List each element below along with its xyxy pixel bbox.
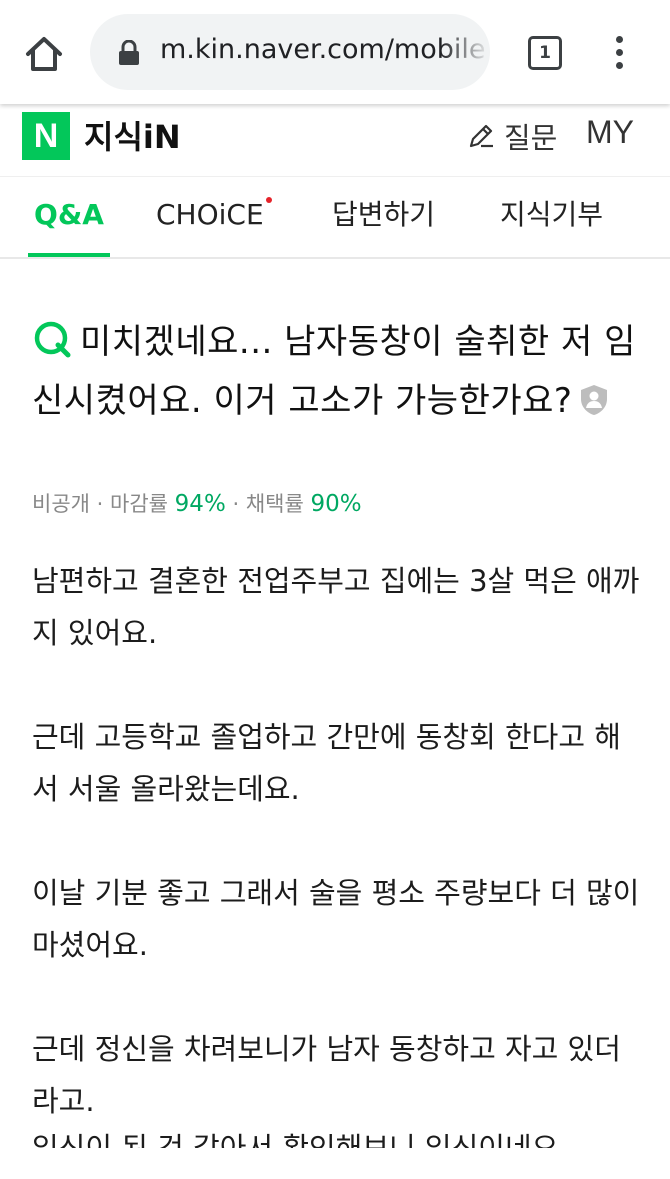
more-vertical-icon[interactable] <box>604 32 634 76</box>
address-bar[interactable]: m.kin.naver.com/mobile <box>90 14 490 90</box>
home-icon[interactable] <box>22 32 66 76</box>
tab-bar: Q&A CHOiCE 답변하기 지식기부 <box>0 176 670 259</box>
browser-toolbar: m.kin.naver.com/mobile 1 <box>0 0 670 104</box>
tab-choice[interactable]: CHOiCE <box>156 177 272 257</box>
adopt-rate-label: 채택률 <box>245 492 304 516</box>
ask-label: 질문 <box>504 121 558 155</box>
naver-logo[interactable]: N <box>22 112 70 160</box>
tab-answer[interactable]: 답변하기 <box>332 177 435 257</box>
tab-switcher-button[interactable]: 1 <box>528 36 562 70</box>
lock-icon <box>118 39 140 66</box>
private-user-icon <box>580 379 608 432</box>
body-paragraph: 근데 정신을 차려보니가 남자 동창하고 자고 있더라고. <box>32 1032 621 1118</box>
body-paragraph: 근데 고등학교 졸업하고 간만에 동창회 한다고 해서 서울 올라왔는데요. <box>32 720 621 806</box>
question-q-icon <box>32 319 72 375</box>
ask-question-button[interactable]: 질문 <box>466 114 557 158</box>
question-title-block: 미치겠네요... 남자동창이 술취한 저 임신시켰어요. 이거 고소가 가능한가… <box>32 316 638 432</box>
url-text: m.kin.naver.com/mobile <box>160 34 486 65</box>
question-body: 남편하고 결혼한 전업주부고 집에는 3살 먹은 애까지 있어요. 근데 고등학… <box>32 555 642 1179</box>
pencil-icon <box>469 124 493 148</box>
adopt-rate-value: 90% <box>310 491 362 517</box>
close-rate-label: 마감률 <box>110 492 168 516</box>
body-paragraph-cut: 임신이 된 것 같아서 확인해보니 임신이네요 <box>32 1131 559 1148</box>
body-paragraph: 이날 기분 좋고 그래서 술을 평소 주량보다 더 많이 마셨어요. <box>32 876 640 962</box>
my-button[interactable]: MY <box>586 114 634 151</box>
kin-logo-text[interactable]: 지식iN <box>84 112 181 158</box>
site-header: N 지식iN 질문 MY <box>0 104 670 176</box>
close-rate-value: 94% <box>174 491 226 517</box>
tab-choice-label: CHOiCE <box>156 198 264 231</box>
author-private: 비공개 <box>32 492 90 516</box>
question-title: 미치겠네요... 남자동창이 술취한 저 임신시켰어요. 이거 고소가 가능한가… <box>32 322 636 421</box>
tab-qa[interactable]: Q&A <box>28 177 110 257</box>
tab-donate[interactable]: 지식기부 <box>500 177 603 257</box>
new-dot-badge <box>265 197 272 203</box>
body-paragraph: 남편하고 결혼한 전업주부고 집에는 3살 먹은 애까지 있어요. <box>32 564 640 650</box>
question-meta: 비공개 · 마감률 94% · 채택률 90% <box>32 491 362 517</box>
